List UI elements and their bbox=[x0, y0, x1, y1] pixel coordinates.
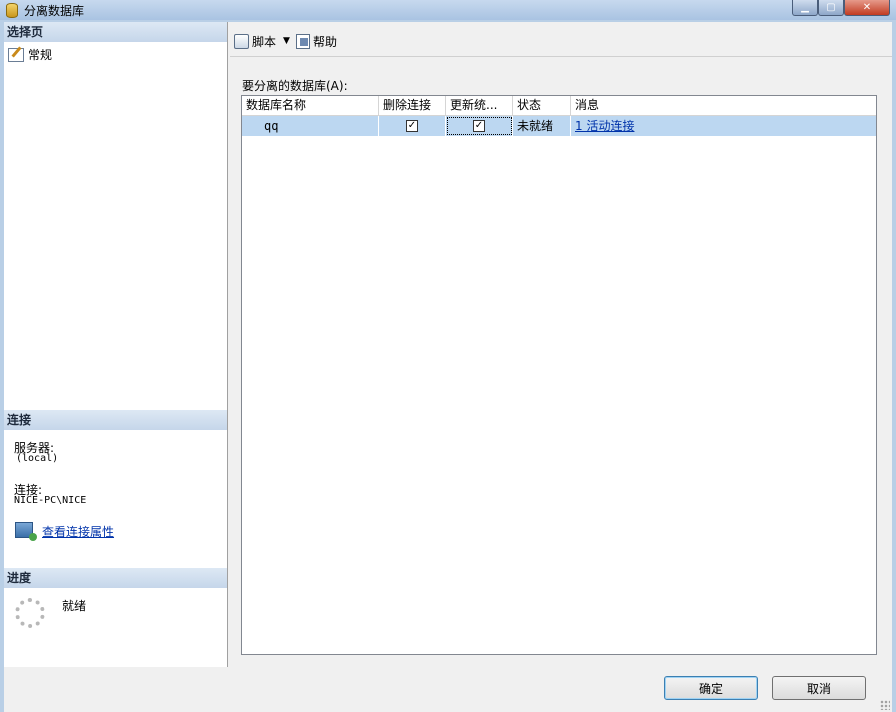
toolbar: 脚本 ▼ 帮助 bbox=[234, 28, 337, 54]
maximize-button[interactable]: ▢ bbox=[818, 0, 844, 16]
status-cell: 未就绪 bbox=[513, 116, 571, 136]
connection-header: 连接 bbox=[4, 410, 227, 430]
cancel-button[interactable]: 取消 bbox=[772, 676, 866, 700]
minimize-button[interactable]: ▁ bbox=[792, 0, 818, 16]
resize-grip[interactable] bbox=[880, 700, 890, 710]
update-stats-cell[interactable]: ✓ bbox=[446, 116, 513, 136]
ok-button[interactable]: 确定 bbox=[664, 676, 758, 700]
progress-header: 进度 bbox=[4, 568, 227, 588]
help-icon bbox=[295, 33, 310, 49]
databases-grid[interactable]: 数据库名称 删除连接 更新统... 状态 消息 qq ✓ ✓ 未就绪 1 活动连… bbox=[241, 95, 877, 655]
window-title: 分离数据库 bbox=[24, 4, 85, 18]
help-label: 帮助 bbox=[312, 34, 337, 49]
column-header-message[interactable]: 消息 bbox=[571, 96, 876, 115]
script-button[interactable]: 脚本 ▼ bbox=[234, 33, 290, 50]
grid-header: 数据库名称 删除连接 更新统... 状态 消息 bbox=[242, 96, 876, 116]
progress-status: 就绪 bbox=[62, 599, 87, 613]
database-icon bbox=[6, 3, 18, 18]
left-pane: 选择页 常规 连接 服务器: (local) 连接: NICE-PC\NICE … bbox=[4, 22, 228, 667]
grid-label: 要分离的数据库(A): bbox=[242, 79, 348, 93]
chevron-down-icon[interactable]: ▼ bbox=[283, 36, 290, 46]
view-connection-properties-link[interactable]: 查看连接属性 bbox=[42, 523, 114, 540]
script-label: 脚本 bbox=[252, 34, 277, 49]
page-item-general[interactable]: 常规 bbox=[8, 46, 52, 63]
connection-properties-icon bbox=[15, 522, 37, 541]
select-page-header: 选择页 bbox=[4, 22, 227, 42]
window-controls: ▁ ▢ ✕ bbox=[792, 0, 890, 16]
server-value: (local) bbox=[16, 453, 59, 464]
column-header-name[interactable]: 数据库名称 bbox=[242, 96, 379, 115]
title-bar: 分离数据库 ▁ ▢ ✕ bbox=[0, 0, 896, 20]
script-icon bbox=[234, 33, 249, 49]
database-name-cell[interactable]: qq bbox=[242, 116, 379, 136]
message-link[interactable]: 1 活动连接 bbox=[571, 116, 876, 136]
progress-spinner-icon bbox=[15, 598, 45, 628]
drop-connections-cell[interactable]: ✓ bbox=[379, 116, 446, 136]
close-button[interactable]: ✕ bbox=[844, 0, 890, 16]
column-header-status[interactable]: 状态 bbox=[513, 96, 571, 115]
update-stats-checkbox[interactable]: ✓ bbox=[473, 120, 485, 132]
toolbar-divider bbox=[230, 56, 892, 57]
general-page-icon bbox=[8, 47, 24, 62]
table-row[interactable]: qq ✓ ✓ 未就绪 1 活动连接 bbox=[242, 116, 876, 136]
drop-connections-checkbox[interactable]: ✓ bbox=[406, 120, 418, 132]
column-header-drop-connections[interactable]: 删除连接 bbox=[379, 96, 446, 115]
page-item-label: 常规 bbox=[28, 48, 53, 62]
help-button[interactable]: 帮助 bbox=[295, 33, 337, 50]
connection-value: NICE-PC\NICE bbox=[14, 495, 87, 506]
dialog-client: 选择页 常规 连接 服务器: (local) 连接: NICE-PC\NICE … bbox=[4, 22, 892, 712]
column-header-update-stats[interactable]: 更新统... bbox=[446, 96, 513, 115]
